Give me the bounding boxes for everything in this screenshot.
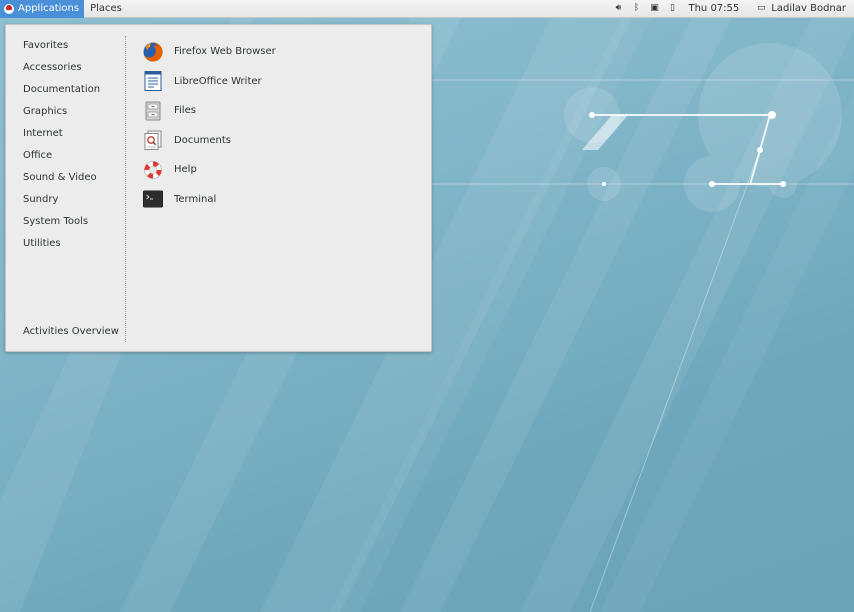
menu-divider [125, 36, 126, 342]
category-internet[interactable]: Internet [23, 128, 100, 150]
app-item-documents[interactable]: Documents [142, 126, 276, 156]
places-menu-button[interactable]: Places [84, 0, 128, 18]
app-label: Files [174, 105, 196, 117]
category-sound-video[interactable]: Sound & Video [23, 172, 100, 194]
category-system-tools[interactable]: System Tools [23, 216, 100, 238]
category-graphics[interactable]: Graphics [23, 106, 100, 128]
app-item-libreoffice-writer[interactable]: LibreOffice Writer [142, 67, 276, 97]
desktop-background: Applications Places 🔊︎ ᛒ ▣ ▯ Thu 07:55 ▭… [0, 0, 854, 612]
category-favorites[interactable]: Favorites [23, 40, 100, 62]
volume-icon[interactable]: 🔊︎ [612, 0, 624, 17]
category-office[interactable]: Office [23, 150, 100, 172]
help-lifebuoy-icon [144, 160, 162, 179]
app-item-help[interactable]: Help [142, 155, 276, 185]
app-label: Documents [174, 134, 232, 146]
category-sundry[interactable]: Sundry [23, 194, 100, 216]
app-list: Firefox Web Browser LibreOffice Writer F… [142, 37, 276, 214]
activities-overview-item[interactable]: Activities Overview [23, 326, 119, 337]
app-label: LibreOffice Writer [174, 75, 262, 87]
top-panel: Applications Places 🔊︎ ᛒ ▣ ▯ Thu 07:55 ▭… [0, 0, 854, 18]
user-name: Ladilav Bodnar [771, 3, 846, 14]
app-item-firefox[interactable]: Firefox Web Browser [142, 37, 276, 67]
network-icon[interactable]: ▣ [648, 0, 660, 17]
app-item-files[interactable]: Files [142, 96, 276, 126]
app-label: Terminal [174, 193, 217, 205]
user-menu[interactable]: ▭ Ladilav Bodnar [755, 0, 846, 17]
user-icon: ▭ [757, 3, 766, 13]
app-label: Firefox Web Browser [174, 46, 276, 58]
status-area: 🔊︎ ᛒ ▣ ▯ Thu 07:55 ▭ Ladilav Bodnar [612, 0, 846, 17]
app-item-terminal[interactable]: Terminal [142, 185, 276, 215]
category-list: Favorites Accessories Documentation Grap… [23, 40, 100, 260]
libreoffice-writer-icon [144, 71, 162, 92]
applications-label: Applications [18, 3, 80, 14]
firefox-icon [143, 42, 163, 62]
fedora-logo-icon [4, 3, 14, 14]
category-accessories[interactable]: Accessories [23, 62, 100, 84]
clock[interactable]: Thu 07:55 [688, 3, 739, 14]
files-icon [145, 101, 161, 121]
category-documentation[interactable]: Documentation [23, 84, 100, 106]
applications-menu: Favorites Accessories Documentation Grap… [5, 24, 432, 352]
applications-menu-button[interactable]: Applications [0, 0, 85, 18]
bluetooth-icon[interactable]: ᛒ [630, 0, 642, 17]
documents-icon [144, 130, 162, 151]
app-label: Help [174, 164, 197, 176]
category-utilities[interactable]: Utilities [23, 238, 100, 260]
battery-icon[interactable]: ▯ [666, 0, 678, 17]
terminal-icon [143, 190, 163, 208]
